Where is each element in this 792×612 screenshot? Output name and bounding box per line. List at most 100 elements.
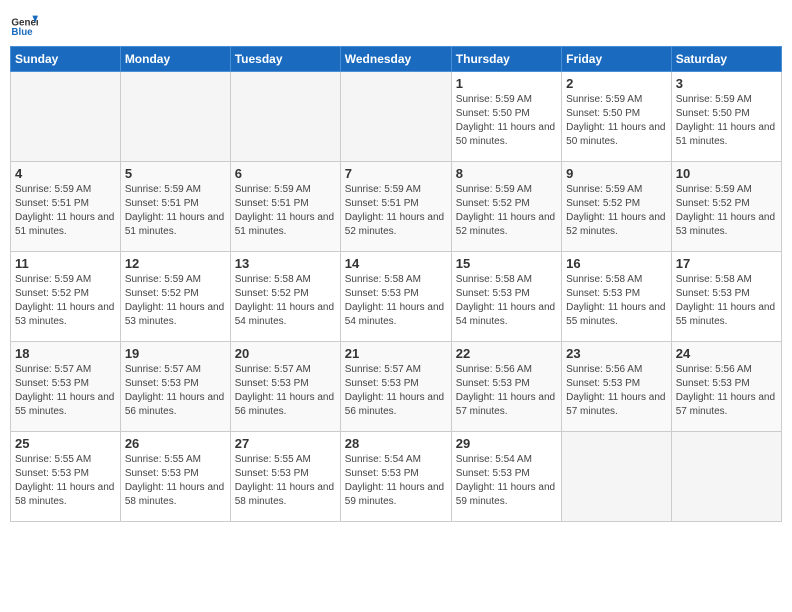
calendar-cell: 27Sunrise: 5:55 AM Sunset: 5:53 PM Dayli… bbox=[230, 432, 340, 522]
day-info: Sunrise: 5:54 AM Sunset: 5:53 PM Dayligh… bbox=[345, 453, 447, 509]
day-info: Sunrise: 5:59 AM Sunset: 5:52 PM Dayligh… bbox=[125, 273, 226, 329]
day-info: Sunrise: 5:59 AM Sunset: 5:51 PM Dayligh… bbox=[345, 183, 447, 239]
day-info: Sunrise: 5:58 AM Sunset: 5:53 PM Dayligh… bbox=[345, 273, 447, 329]
day-number: 15 bbox=[456, 256, 557, 271]
calendar-cell bbox=[230, 72, 340, 162]
day-number: 23 bbox=[566, 346, 667, 361]
calendar-cell: 26Sunrise: 5:55 AM Sunset: 5:53 PM Dayli… bbox=[120, 432, 230, 522]
calendar-cell: 5Sunrise: 5:59 AM Sunset: 5:51 PM Daylig… bbox=[120, 162, 230, 252]
calendar-cell: 2 Sunrise: 5:59 AM Sunset: 5:50 PM Daylig… bbox=[562, 72, 672, 162]
day-info: Sunrise: 5:57 AM Sunset: 5:53 PM Dayligh… bbox=[125, 363, 226, 419]
calendar-cell: 16 Sunrise: 5:58 AM Sunset: 5:53 PM Dayli… bbox=[562, 252, 672, 342]
day-number: 2 bbox=[566, 76, 667, 91]
day-info: Sunrise: 5:55 AM Sunset: 5:53 PM Dayligh… bbox=[15, 453, 116, 509]
day-info: Sunrise: 5:59 AM Sunset: 5:51 PM Dayligh… bbox=[125, 183, 226, 239]
weekday-header: Friday bbox=[562, 47, 672, 72]
day-number: 20 bbox=[235, 346, 336, 361]
day-number: 22 bbox=[456, 346, 557, 361]
day-info: Sunrise: 5:57 AM Sunset: 5:53 PM Dayligh… bbox=[235, 363, 336, 419]
calendar-table: SundayMondayTuesdayWednesdayThursdayFrid… bbox=[10, 46, 782, 522]
weekday-header: Saturday bbox=[671, 47, 781, 72]
calendar-cell: 24 Sunrise: 5:56 AM Sunset: 5:53 PM Dayli… bbox=[671, 342, 781, 432]
calendar-cell: 21 Sunrise: 5:57 AM Sunset: 5:53 PM Dayli… bbox=[340, 342, 451, 432]
calendar-cell bbox=[340, 72, 451, 162]
calendar-cell: 23 Sunrise: 5:56 AM Sunset: 5:53 PM Dayli… bbox=[562, 342, 672, 432]
day-number: 13 bbox=[235, 256, 336, 271]
day-info: Sunrise: 5:59 AM Sunset: 5:51 PM Dayligh… bbox=[235, 183, 336, 239]
day-number: 29 bbox=[456, 436, 557, 451]
calendar-cell: 13Sunrise: 5:58 AM Sunset: 5:52 PM Dayli… bbox=[230, 252, 340, 342]
day-info: Sunrise: 5:59 AM Sunset: 5:52 PM Dayligh… bbox=[676, 183, 777, 239]
calendar-cell: 9 Sunrise: 5:59 AM Sunset: 5:52 PM Daylig… bbox=[562, 162, 672, 252]
day-info: Sunrise: 5:59 AM Sunset: 5:52 PM Dayligh… bbox=[15, 273, 116, 329]
day-number: 25 bbox=[15, 436, 116, 451]
calendar-cell: 8 Sunrise: 5:59 AM Sunset: 5:52 PM Daylig… bbox=[451, 162, 561, 252]
day-number: 12 bbox=[125, 256, 226, 271]
calendar-cell: 4 Sunrise: 5:59 AM Sunset: 5:51 PM Daylig… bbox=[11, 162, 121, 252]
day-info: Sunrise: 5:59 AM Sunset: 5:52 PM Dayligh… bbox=[566, 183, 667, 239]
calendar-cell: 14Sunrise: 5:58 AM Sunset: 5:53 PM Dayli… bbox=[340, 252, 451, 342]
weekday-header: Monday bbox=[120, 47, 230, 72]
calendar-cell: 12 Sunrise: 5:59 AM Sunset: 5:52 PM Dayli… bbox=[120, 252, 230, 342]
day-number: 7 bbox=[345, 166, 447, 181]
calendar-cell: 17 Sunrise: 5:58 AM Sunset: 5:53 PM Dayli… bbox=[671, 252, 781, 342]
day-info: Sunrise: 5:58 AM Sunset: 5:53 PM Dayligh… bbox=[456, 273, 557, 329]
calendar-cell: 19 Sunrise: 5:57 AM Sunset: 5:53 PM Dayli… bbox=[120, 342, 230, 432]
weekday-header: Wednesday bbox=[340, 47, 451, 72]
day-number: 6 bbox=[235, 166, 336, 181]
day-number: 16 bbox=[566, 256, 667, 271]
calendar-cell: 3 Sunrise: 5:59 AM Sunset: 5:50 PM Daylig… bbox=[671, 72, 781, 162]
weekday-header: Tuesday bbox=[230, 47, 340, 72]
page-header: General Blue bbox=[10, 10, 782, 38]
day-info: Sunrise: 5:58 AM Sunset: 5:53 PM Dayligh… bbox=[566, 273, 667, 329]
logo-icon: General Blue bbox=[10, 10, 38, 38]
day-number: 24 bbox=[676, 346, 777, 361]
calendar-cell: 6 Sunrise: 5:59 AM Sunset: 5:51 PM Daylig… bbox=[230, 162, 340, 252]
day-info: Sunrise: 5:57 AM Sunset: 5:53 PM Dayligh… bbox=[345, 363, 447, 419]
day-number: 18 bbox=[15, 346, 116, 361]
calendar-week-row: 25 Sunrise: 5:55 AM Sunset: 5:53 PM Dayli… bbox=[11, 432, 782, 522]
day-number: 17 bbox=[676, 256, 777, 271]
calendar-cell: 29 Sunrise: 5:54 AM Sunset: 5:53 PM Dayli… bbox=[451, 432, 561, 522]
calendar-cell: 28 Sunrise: 5:54 AM Sunset: 5:53 PM Dayli… bbox=[340, 432, 451, 522]
day-number: 11 bbox=[15, 256, 116, 271]
day-number: 8 bbox=[456, 166, 557, 181]
day-info: Sunrise: 5:56 AM Sunset: 5:53 PM Dayligh… bbox=[456, 363, 557, 419]
weekday-header: Sunday bbox=[11, 47, 121, 72]
calendar-cell bbox=[120, 72, 230, 162]
day-info: Sunrise: 5:59 AM Sunset: 5:50 PM Dayligh… bbox=[566, 93, 667, 149]
day-number: 3 bbox=[676, 76, 777, 91]
day-info: Sunrise: 5:56 AM Sunset: 5:53 PM Dayligh… bbox=[676, 363, 777, 419]
logo: General Blue bbox=[10, 10, 38, 38]
day-number: 4 bbox=[15, 166, 116, 181]
day-info: Sunrise: 5:57 AM Sunset: 5:53 PM Dayligh… bbox=[15, 363, 116, 419]
calendar-cell: 1Sunrise: 5:59 AM Sunset: 5:50 PM Daylig… bbox=[451, 72, 561, 162]
calendar-cell: 20 Sunrise: 5:57 AM Sunset: 5:53 PM Dayli… bbox=[230, 342, 340, 432]
day-info: Sunrise: 5:59 AM Sunset: 5:50 PM Dayligh… bbox=[456, 93, 557, 149]
day-info: Sunrise: 5:58 AM Sunset: 5:53 PM Dayligh… bbox=[676, 273, 777, 329]
weekday-header: Thursday bbox=[451, 47, 561, 72]
calendar-cell: 15 Sunrise: 5:58 AM Sunset: 5:53 PM Dayli… bbox=[451, 252, 561, 342]
day-number: 19 bbox=[125, 346, 226, 361]
svg-text:Blue: Blue bbox=[11, 27, 33, 38]
day-number: 10 bbox=[676, 166, 777, 181]
calendar-cell bbox=[671, 432, 781, 522]
day-info: Sunrise: 5:56 AM Sunset: 5:53 PM Dayligh… bbox=[566, 363, 667, 419]
day-number: 26 bbox=[125, 436, 226, 451]
day-info: Sunrise: 5:59 AM Sunset: 5:51 PM Dayligh… bbox=[15, 183, 116, 239]
day-number: 28 bbox=[345, 436, 447, 451]
day-info: Sunrise: 5:59 AM Sunset: 5:52 PM Dayligh… bbox=[456, 183, 557, 239]
day-info: Sunrise: 5:54 AM Sunset: 5:53 PM Dayligh… bbox=[456, 453, 557, 509]
calendar-cell: 7 Sunrise: 5:59 AM Sunset: 5:51 PM Daylig… bbox=[340, 162, 451, 252]
calendar-cell: 18 Sunrise: 5:57 AM Sunset: 5:53 PM Dayli… bbox=[11, 342, 121, 432]
day-number: 27 bbox=[235, 436, 336, 451]
calendar-cell bbox=[562, 432, 672, 522]
day-info: Sunrise: 5:59 AM Sunset: 5:50 PM Dayligh… bbox=[676, 93, 777, 149]
calendar-cell: 25 Sunrise: 5:55 AM Sunset: 5:53 PM Dayli… bbox=[11, 432, 121, 522]
calendar-header-row: SundayMondayTuesdayWednesdayThursdayFrid… bbox=[11, 47, 782, 72]
calendar-cell bbox=[11, 72, 121, 162]
day-number: 9 bbox=[566, 166, 667, 181]
calendar-week-row: 1Sunrise: 5:59 AM Sunset: 5:50 PM Daylig… bbox=[11, 72, 782, 162]
day-number: 21 bbox=[345, 346, 447, 361]
calendar-body: 1Sunrise: 5:59 AM Sunset: 5:50 PM Daylig… bbox=[11, 72, 782, 522]
